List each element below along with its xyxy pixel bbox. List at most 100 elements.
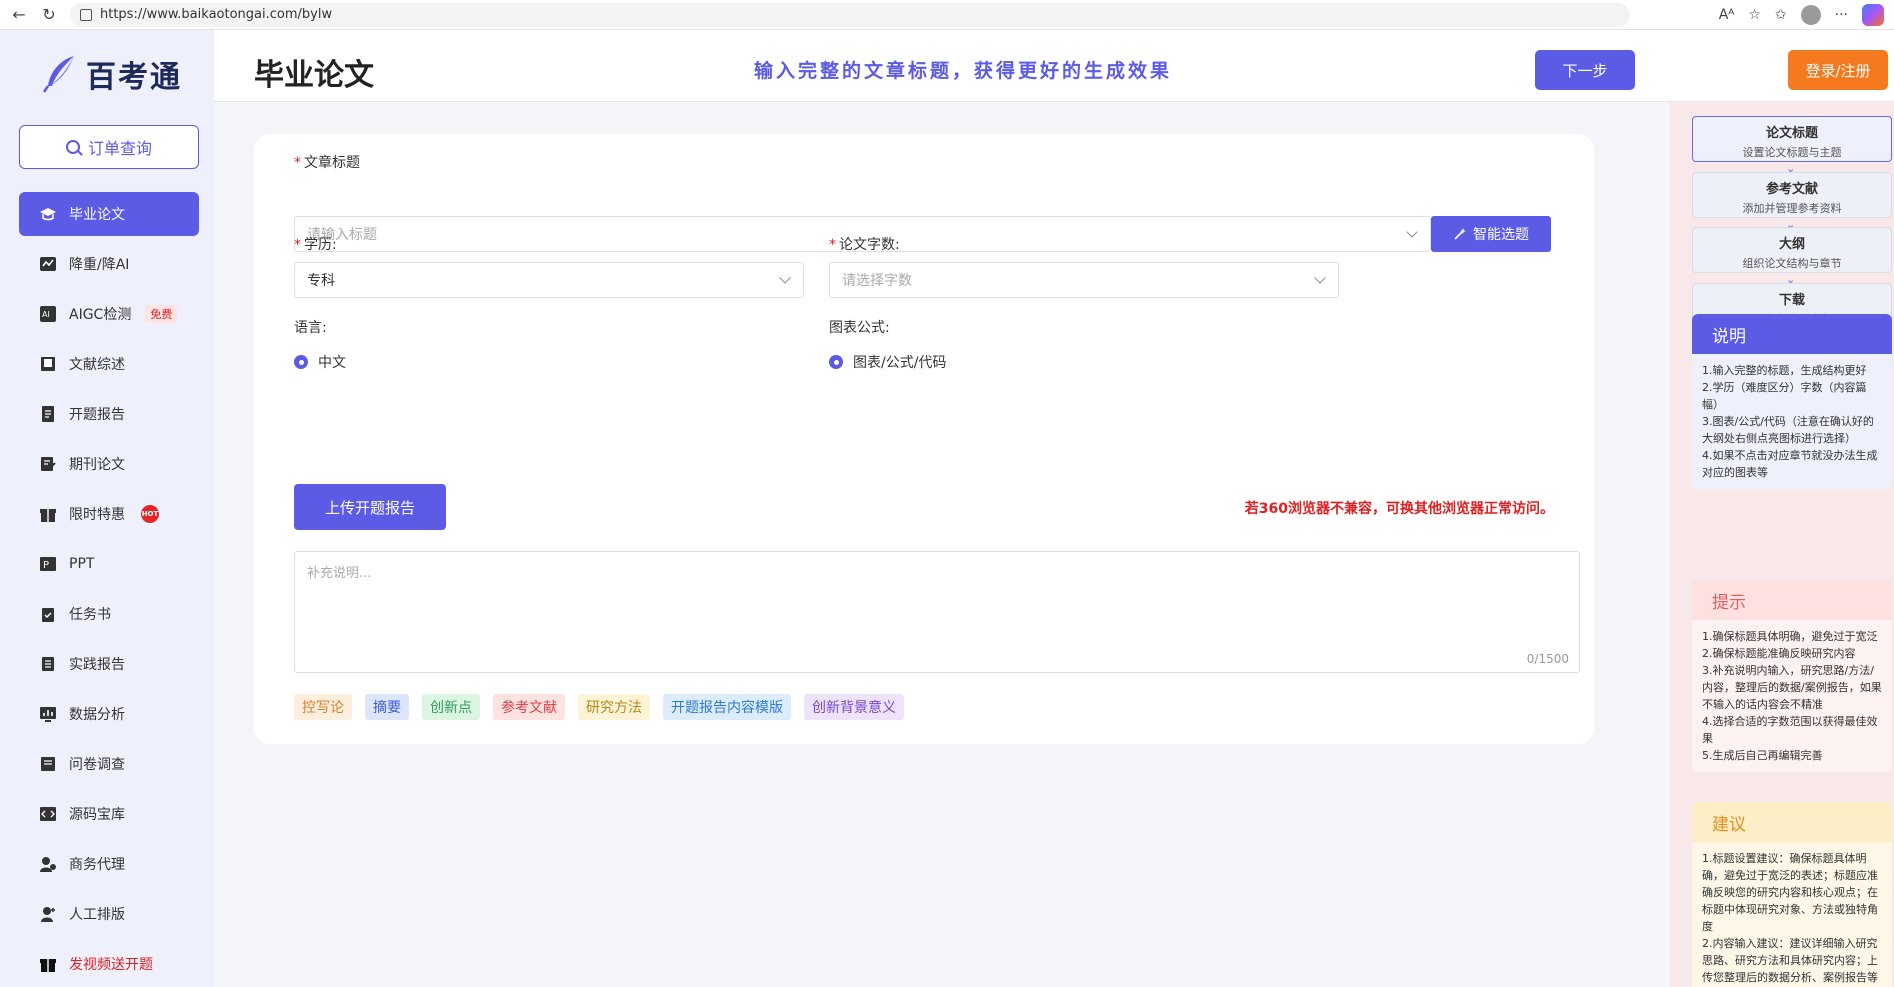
- step-title: 下载: [1778, 293, 1805, 308]
- tips-line-3: 4.选择合适的字数范围以获得最佳效果: [1702, 715, 1878, 745]
- sidebar-item-1[interactable]: 降重/降AI: [19, 242, 199, 286]
- sidebar-item-label: 商务代理: [69, 857, 125, 873]
- char-counter: 0/1500: [1526, 652, 1569, 666]
- sidebar-item-8[interactable]: 任务书: [19, 592, 199, 636]
- quick-tag-1[interactable]: 摘要: [365, 694, 409, 720]
- chart-formula-radio[interactable]: 图表/公式/代码: [829, 352, 946, 372]
- code-icon: [39, 805, 57, 823]
- sidebar-item-0[interactable]: 毕业论文: [19, 192, 199, 236]
- language-label: 语言:: [294, 320, 327, 336]
- education-label-text: * 学历:: [294, 237, 337, 253]
- tips-line-4: 5.生成后自己再编辑完善: [1702, 749, 1823, 762]
- paper-form: * 文章标题 请输入标题 智能选题 * 学历: 专科 * 论文字数: 请选择字数 语言…: [254, 134, 1594, 744]
- step-2[interactable]: 大纲 组织论文结构与章节: [1692, 227, 1892, 273]
- svg-text:P: P: [43, 560, 49, 571]
- step-0[interactable]: 论文标题设置论文标题与主题: [1692, 116, 1892, 162]
- quick-tag-2[interactable]: 创新点: [422, 694, 480, 720]
- favorites-list-icon[interactable]: ✩: [1775, 7, 1787, 23]
- favorite-star-icon[interactable]: ☆: [1748, 7, 1761, 23]
- clipboard-check-icon: [39, 605, 57, 623]
- sidebar-item-label: AIGC检测: [69, 307, 132, 323]
- sidebar-item-15[interactable]: 发视频送开题: [19, 942, 199, 986]
- sidebar-item-14[interactable]: 人工排版: [19, 892, 199, 936]
- sidebar-item-label: 源码宝库: [69, 807, 125, 823]
- upload-proposal-button[interactable]: 上传开题报告: [294, 484, 446, 530]
- ai-scan-icon: AI: [39, 305, 57, 323]
- advice-line-0: 1.标题设置建议：确保标题具体明确，避免过于宽泛的表述；标题应准确反映您的研究内…: [1702, 852, 1878, 933]
- graduation-cap-icon: [39, 205, 57, 223]
- quick-tag-5[interactable]: 开题报告内容模版: [663, 694, 791, 720]
- step-title: 论文标题: [1765, 126, 1818, 141]
- more-menu-icon[interactable]: ···: [1835, 7, 1848, 23]
- step-subtitle: 设置论文标题与主题: [1742, 146, 1842, 159]
- back-icon[interactable]: ←: [8, 4, 30, 26]
- title-label: * 文章标题: [294, 155, 360, 171]
- sidebar-item-7[interactable]: P PPT: [19, 542, 199, 586]
- sidebar-item-label: 发视频送开题: [69, 957, 153, 973]
- right-panel: 论文标题 设置论文标题与主题 ⌄ 参考文献 添加并管理参考资料 ⌄ 大纲 组织论文结构与章节 ⌄…: [1670, 102, 1894, 987]
- sidebar-item-13[interactable]: 商务代理: [19, 842, 199, 886]
- sidebar-item-4[interactable]: 开题报告: [19, 392, 199, 436]
- agent-icon: [39, 855, 57, 873]
- explain-title: 说明: [1692, 314, 1892, 354]
- browser-warning: 若360浏览器不兼容，可换其他浏览器正常访问。: [1244, 501, 1554, 517]
- search-icon: [65, 140, 80, 154]
- ppt-icon: P: [39, 555, 57, 573]
- word-count-select[interactable]: 请选择字数: [829, 262, 1339, 298]
- quick-tag-3[interactable]: 参考文献: [493, 694, 565, 720]
- logo-text: 百考通: [86, 60, 182, 95]
- next-step-button[interactable]: 下一步: [1535, 50, 1635, 90]
- advice-title: 建议: [1692, 802, 1892, 842]
- step-subtitle: 添加并管理参考资料: [1742, 202, 1842, 215]
- sidebar-nav: 毕业论文降重/降AI AI AIGC检测 免费文献综述开题报告期刊论文限时特惠 HOT P…: [19, 192, 199, 987]
- address-bar[interactable]: https://www.baikaotongai.com/bylw: [70, 2, 1630, 27]
- lock-icon: [80, 8, 92, 21]
- explain-line-1: 2.学历（难度区分）字数（内容篇幅）: [1702, 381, 1867, 411]
- sidebar-item-label: 人工排版: [69, 907, 125, 923]
- step-1[interactable]: 参考文献添加并管理参考资料: [1692, 172, 1892, 218]
- sidebar-item-label: 任务书: [69, 607, 111, 623]
- profile-avatar[interactable]: [1800, 5, 1821, 25]
- gift-video-icon: [39, 955, 57, 973]
- survey-icon: [39, 755, 57, 773]
- quick-tag-6[interactable]: 创新背景意义: [804, 694, 904, 720]
- magic-wand-icon: [1454, 228, 1466, 240]
- sidebar-item-6[interactable]: 限时特惠 HOT: [19, 492, 199, 536]
- browser-toolbar: ← ↻ https://www.baikaotongai.com/bylw Aᴬ…: [0, 0, 1894, 30]
- sidebar-item-label: 实践报告: [69, 657, 125, 673]
- book-icon: [39, 355, 57, 373]
- sidebar-item-label: 开题报告: [69, 407, 125, 423]
- person-plus-icon: [39, 905, 57, 923]
- login-register-button[interactable]: 登录/注册: [1788, 50, 1888, 90]
- page-header: 毕业论文 输入完整的文章标题，获得更好的生成效果 下一步 登录/注册: [214, 30, 1894, 102]
- sidebar-item-11[interactable]: 问卷调查: [19, 742, 199, 786]
- sidebar-item-3[interactable]: 文献综述: [19, 342, 199, 386]
- order-query-button[interactable]: 订单查询: [19, 125, 199, 169]
- sidebar-item-label: 问卷调查: [69, 757, 125, 773]
- tips-box: 提示 1.确保标题具体明确，避免过于宽泛 2.确保标题能准确反映研究内容 3.补充说…: [1692, 580, 1892, 772]
- language-radio-chinese[interactable]: 中文: [294, 352, 346, 372]
- sidebar-item-10[interactable]: 数据分析: [19, 692, 199, 736]
- tips-line-0: 1.确保标题具体明确，避免过于宽泛: [1702, 630, 1878, 643]
- tips-line-2: 3.补充说明内输入，研究思路/方法/内容，整理后的数据/案例报告，如果不输入的话…: [1702, 664, 1882, 711]
- smart-topic-button[interactable]: 智能选题: [1431, 216, 1551, 252]
- refresh-icon[interactable]: ↻: [38, 4, 60, 26]
- sidebar-item-2[interactable]: AI AIGC检测 免费: [19, 292, 199, 336]
- quick-tag-0[interactable]: 控写论: [294, 694, 352, 720]
- supplement-textarea[interactable]: 补充说明... 0/1500: [294, 551, 1580, 673]
- quick-tag-4[interactable]: 研究方法: [578, 694, 650, 720]
- step-title: 参考文献: [1765, 182, 1818, 197]
- free-badge: 免费: [145, 305, 178, 323]
- step-title: 大纲: [1778, 237, 1805, 252]
- copilot-icon[interactable]: [1862, 4, 1884, 26]
- tips-body: 1.确保标题具体明确，避免过于宽泛 2.确保标题能准确反映研究内容 3.补充说明内输…: [1692, 620, 1892, 772]
- sidebar-item-9[interactable]: 实践报告: [19, 642, 199, 686]
- quick-tags: 控写论 摘要 创新点 参考文献 研究方法 开题报告内容模版 创新背景意义: [294, 694, 904, 720]
- sidebar-item-12[interactable]: 源码宝库: [19, 792, 199, 836]
- explain-box: 说明 1.输入完整的标题，生成结构更好 2.学历（难度区分）字数（内容篇幅） 3.图…: [1692, 314, 1892, 489]
- svg-text:AI: AI: [42, 310, 50, 319]
- read-aloud-icon[interactable]: Aᴬ: [1719, 7, 1735, 23]
- sidebar-item-5[interactable]: 期刊论文: [19, 442, 199, 486]
- logo[interactable]: 百考通: [38, 52, 182, 96]
- education-select[interactable]: 专科: [294, 262, 804, 298]
